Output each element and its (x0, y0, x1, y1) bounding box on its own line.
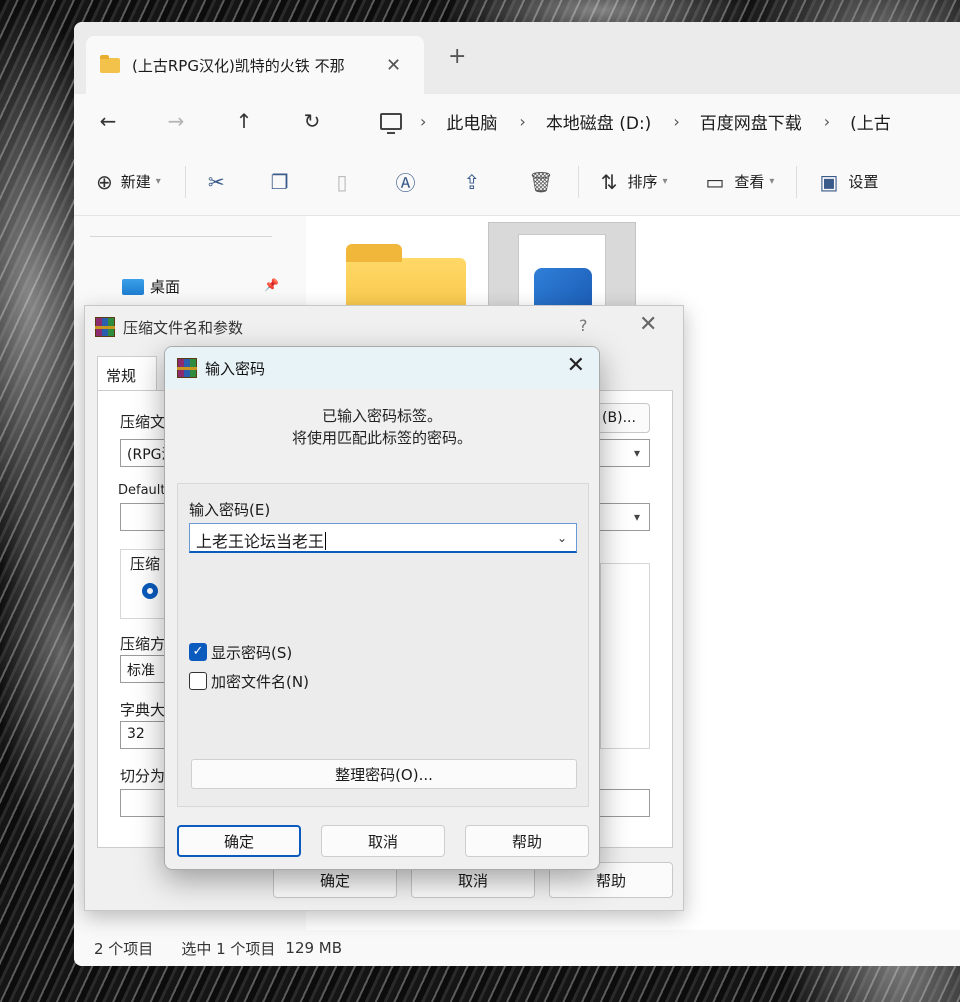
view-button[interactable]: ▭ 查看 ▾ (706, 162, 775, 202)
message-line-1: 已输入密码标签。 (321, 407, 442, 425)
show-password-label[interactable]: 显示密码(S) (211, 642, 292, 663)
password-dialog-titlebar: 输入密码 ✕ (165, 347, 599, 389)
winrar-icon (177, 358, 197, 378)
toolbar-divider (796, 165, 798, 198)
status-bar: 2 个项目 选中 1 个项目 129 MB (74, 930, 960, 966)
sort-label: 排序 (627, 173, 658, 191)
view-icon: ▭ (705, 169, 725, 194)
archive-name-label: 压缩文 (120, 413, 166, 431)
explorer-tab[interactable]: (上古RPG汉化)凯特的火铁 不那 ✕ (86, 36, 424, 94)
encrypt-filenames-label[interactable]: 加密文件名(N) (211, 671, 309, 692)
close-icon[interactable]: ✕ (639, 312, 657, 337)
split-volumes-label: 切分为 (120, 767, 166, 785)
winrar-icon (95, 317, 115, 337)
computer-icon[interactable] (380, 112, 402, 134)
breadcrumb: › 此电脑 › 本地磁盘 (D:) › 百度网盘下载 › (上古 (374, 100, 960, 142)
breadcrumb-current-folder[interactable]: (上古 (850, 109, 891, 134)
desktop-icon (122, 278, 144, 295)
cut-icon[interactable]: ✂ (208, 170, 225, 194)
up-button[interactable]: ↑ (210, 109, 278, 133)
toolbar-divider (184, 165, 186, 198)
password-dialog-title: 输入密码 (205, 359, 266, 378)
archive-dialog-title: 压缩文件名和参数 (123, 318, 244, 337)
compression-method-label: 压缩方 (120, 635, 166, 653)
sidebar-divider (90, 236, 272, 237)
delete-icon[interactable]: 🗑 (528, 170, 553, 194)
chevron-right-icon[interactable]: › (519, 112, 525, 131)
command-bar: ⊕ 新建 ▾ ✂ ❐ ▯ Ⓐ ⇪ 🗑 ⇅ 排序 ▾ ▭ 查看 ▾ ▣ 设置 (74, 148, 960, 216)
settings-label: 设置 (848, 173, 879, 191)
new-button[interactable]: ⊕ 新建 ▾ (96, 162, 161, 202)
show-password-checkbox[interactable]: ✓ (189, 643, 207, 661)
breadcrumb-this-pc[interactable]: 此电脑 (446, 109, 497, 134)
breadcrumb-download-folder[interactable]: 百度网盘下载 (700, 109, 802, 134)
sort-button[interactable]: ⇅ 排序 ▾ (601, 162, 668, 202)
tab-general[interactable]: 常规 (97, 356, 157, 390)
view-label: 查看 (734, 173, 765, 191)
refresh-button[interactable]: ↻ (278, 109, 346, 133)
password-label: 输入密码(E) (189, 501, 271, 519)
chevron-down-icon: ▾ (662, 176, 668, 187)
help-button[interactable]: 帮助 (465, 825, 589, 857)
chevron-right-icon[interactable]: › (824, 112, 830, 131)
tab-close-icon[interactable]: ✕ (386, 55, 401, 76)
image-settings-icon: ▣ (819, 169, 839, 194)
cancel-button[interactable]: 取消 (321, 825, 445, 857)
address-bar: ← → ↑ ↻ › 此电脑 › 本地磁盘 (D:) › 百度网盘下载 › (上古 (74, 94, 960, 148)
chevron-down-icon[interactable]: ⌄ (557, 531, 567, 545)
encrypt-filenames-checkbox[interactable] (189, 672, 207, 690)
share-icon[interactable]: ⇪ (464, 170, 481, 194)
selection-size: 129 MB (285, 939, 343, 957)
archive-format-label: 压缩 (130, 555, 161, 573)
plus-circle-icon: ⊕ (96, 169, 113, 194)
chevron-down-icon[interactable]: ▾ (634, 446, 640, 460)
new-tab-button[interactable]: + (448, 44, 466, 69)
default-profile-label: Default (118, 483, 166, 498)
item-count: 2 个项目 (94, 939, 154, 958)
tab-title: (上古RPG汉化)凯特的火铁 不那 (132, 56, 345, 75)
password-value: 上老王论坛当老王 (196, 532, 325, 551)
new-label: 新建 (120, 173, 151, 191)
password-input[interactable]: 上老王论坛当老王 (189, 523, 577, 553)
message-line-2: 将使用匹配此标签的密码。 (291, 429, 472, 447)
back-button[interactable]: ← (74, 109, 142, 133)
close-icon[interactable]: ✕ (567, 353, 585, 378)
settings-button[interactable]: ▣ 设置 (819, 162, 878, 202)
chevron-right-icon[interactable]: › (420, 112, 426, 131)
text-cursor (325, 532, 327, 550)
parameters-field[interactable] (598, 789, 650, 817)
toolbar-divider (577, 165, 579, 198)
copy-icon[interactable]: ❐ (271, 170, 289, 194)
enter-password-dialog: 输入密码 ✕ 已输入密码标签。 将使用匹配此标签的密码。 输入密码(E) 上老王… (164, 346, 600, 870)
pin-icon[interactable]: 📌 (264, 278, 279, 292)
help-icon[interactable]: ? (579, 316, 588, 335)
password-message: 已输入密码标签。 将使用匹配此标签的密码。 (165, 405, 599, 449)
sidebar-item-label: 桌面 (150, 278, 181, 296)
rename-icon[interactable]: Ⓐ (396, 167, 416, 196)
forward-button[interactable]: → (142, 109, 210, 133)
chevron-right-icon[interactable]: › (673, 112, 679, 131)
options-group (600, 563, 650, 749)
breadcrumb-drive-d[interactable]: 本地磁盘 (D:) (546, 109, 652, 134)
chevron-down-icon: ▾ (155, 176, 161, 187)
sort-icon: ⇅ (600, 169, 618, 194)
dictionary-size-label: 字典大 (120, 701, 166, 719)
format-radio[interactable] (142, 583, 158, 599)
chevron-down-icon: ▾ (769, 176, 775, 187)
organize-passwords-button[interactable]: 整理密码(O)... (191, 759, 577, 789)
chevron-down-icon[interactable]: ▾ (634, 510, 640, 524)
paste-icon[interactable]: ▯ (337, 170, 348, 194)
folder-icon (100, 54, 120, 73)
tab-strip: (上古RPG汉化)凯特的火铁 不那 ✕ + (74, 22, 960, 94)
sidebar-item-desktop[interactable]: 桌面 (122, 276, 180, 297)
archive-dialog-titlebar: 压缩文件名和参数 (85, 306, 683, 348)
ok-button[interactable]: 确定 (177, 825, 301, 857)
selection-count: 选中 1 个项目 (181, 939, 276, 958)
